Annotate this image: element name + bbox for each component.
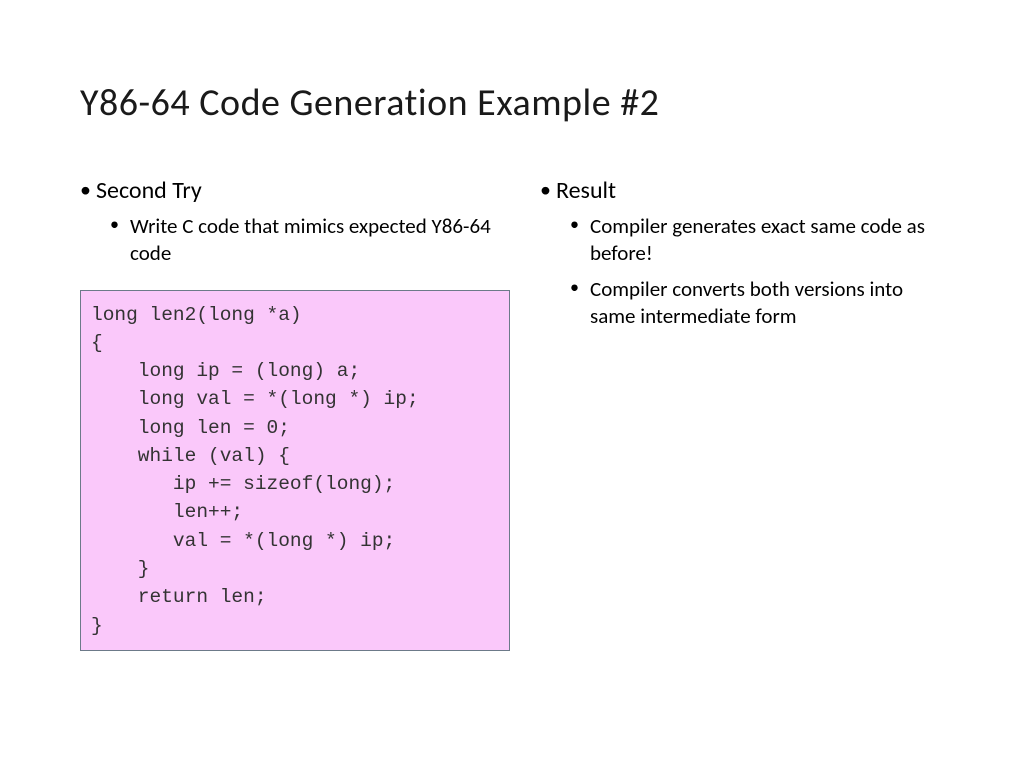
- two-column-layout: Second Try Write C code that mimics expe…: [80, 176, 944, 651]
- right-heading: Result: [540, 176, 944, 205]
- code-text: long len2(long *a) { long ip = (long) a;…: [91, 301, 499, 640]
- right-sub-bullet-2: Compiler converts both versions into sam…: [570, 276, 944, 331]
- left-sub-bullet-1: Write C code that mimics expected Y86-64…: [110, 213, 510, 268]
- left-heading: Second Try: [80, 176, 510, 205]
- code-block: long len2(long *a) { long ip = (long) a;…: [80, 290, 510, 651]
- left-column: Second Try Write C code that mimics expe…: [80, 176, 510, 651]
- slide-container: Y86-64 Code Generation Example #2 Second…: [0, 0, 1024, 691]
- right-column: Result Compiler generates exact same cod…: [540, 176, 944, 651]
- slide-title: Y86-64 Code Generation Example #2: [80, 80, 944, 126]
- right-sub-bullet-1: Compiler generates exact same code as be…: [570, 213, 944, 268]
